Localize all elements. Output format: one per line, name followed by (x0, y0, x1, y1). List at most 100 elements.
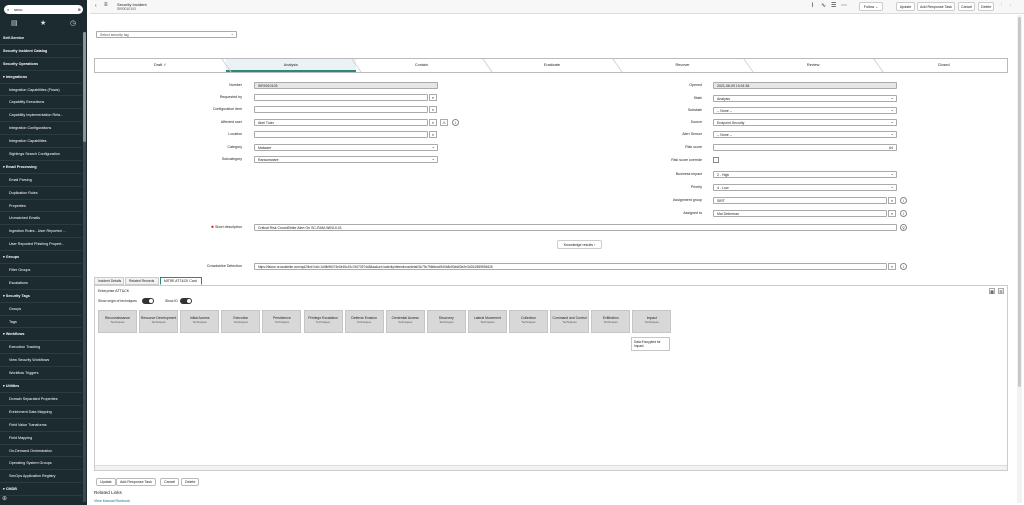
tactic-card[interactable]: Credential Access Techniques (385, 310, 425, 333)
affected-user-field[interactable]: Abel Tuter (254, 119, 428, 126)
activity-icon[interactable]: ∿ (821, 2, 826, 9)
tab-related-records[interactable]: Related Records (125, 277, 159, 285)
short-description-field[interactable]: Critical Risk CrowdStrike Alert On SC-RA… (254, 224, 897, 231)
nav-item-item[interactable]: Groups (0, 303, 82, 316)
tab-mitre-att-ck-card[interactable]: MITRE ATT&CK Card (160, 277, 202, 285)
tactic-card[interactable]: Execution Techniques (221, 310, 261, 333)
bottom-update-button[interactable]: Update (96, 478, 116, 486)
bottom-add-response-task-button[interactable]: Add Response Task (116, 478, 156, 486)
favorites-icon[interactable]: ★ (40, 19, 46, 27)
tactic-card[interactable]: Exfiltration Techniques (591, 310, 631, 333)
suggestion-icon[interactable]: ⚲ (900, 224, 907, 231)
tab-incident-details[interactable]: Incident Details (94, 277, 124, 285)
nav-item-item[interactable]: Ingestion Rules - User Reported ... (0, 225, 82, 239)
assigned-to-info-icon[interactable]: i (900, 210, 907, 217)
nav-item-item[interactable]: Email Parsing (0, 174, 82, 187)
bottom-delete-button[interactable]: Delete (181, 478, 200, 486)
assignment-group-field[interactable]: SIRT (713, 197, 887, 204)
tactic-card[interactable]: Initial Access Techniques (180, 310, 220, 333)
nav-grp-item[interactable]: Utilities (0, 380, 82, 393)
panel-scrollbar[interactable] (95, 465, 1007, 470)
nav-sec-item[interactable]: Security Operations (0, 58, 82, 71)
risk-score-field[interactable]: 64 (713, 144, 897, 151)
affected-user-info-icon[interactable]: i (452, 119, 459, 126)
nav-item-item[interactable]: Sightings Search Configuration (0, 148, 82, 161)
crowdstrike-info-icon[interactable]: i (900, 263, 907, 270)
nav-item-item[interactable]: Tags (0, 316, 82, 329)
next-record-icon[interactable]: ↓ (1009, 2, 1012, 8)
crowdstrike-url-field[interactable]: https://falcon.crowdstrike.com/api2/link… (254, 263, 887, 270)
nav-grp-item[interactable]: Security Tags (0, 290, 82, 303)
show-origin-toggle[interactable] (142, 298, 154, 304)
config-item-field[interactable] (254, 106, 428, 113)
list-view-icon[interactable]: ☰ (998, 288, 1004, 294)
help-icon[interactable]: ⊕ (2, 495, 7, 502)
nav-item-item[interactable]: Duplication Rules (0, 187, 82, 200)
crowdstrike-search-icon[interactable]: ⌕ (888, 263, 896, 270)
back-icon[interactable]: ‹ (95, 3, 97, 9)
tactic-card[interactable]: Reconnaissance Techniques (98, 310, 137, 333)
affected-user-add-icon[interactable]: ⚠ (440, 119, 448, 126)
clear-icon[interactable]: ⊗ (78, 5, 81, 14)
requested-by-field[interactable] (254, 94, 428, 101)
sidebar-scrollbar[interactable] (83, 32, 86, 502)
impact-technique-card[interactable]: Data Encrypted for Impact (631, 337, 670, 351)
nav-item-item[interactable]: Unmatched Emails (0, 212, 82, 226)
source-select[interactable]: Endpoint Security (713, 119, 897, 126)
view-manual-runbook-link[interactable]: View Manual Runbook (94, 499, 130, 503)
nav-item-item[interactable]: View Security Workflows (0, 354, 82, 368)
update-button[interactable]: Update (896, 2, 915, 11)
nav-item-item[interactable]: Enrichment Data Mapping (0, 406, 82, 419)
tactic-card[interactable]: Lateral Movement Techniques (467, 310, 507, 333)
bottom-cancel-button[interactable]: Cancel (160, 478, 180, 486)
nav-item-item[interactable]: Field Value Transforms (0, 419, 82, 432)
nav-item-item[interactable]: Properties (0, 200, 82, 213)
nav-item-item[interactable]: User Reported Phishing Propert... (0, 238, 82, 252)
tactic-card[interactable]: Privilege Escalation Techniques (303, 310, 343, 333)
show-id-toggle[interactable] (180, 298, 192, 304)
tactic-card[interactable]: Persistence Techniques (262, 310, 302, 333)
assignment-group-info-icon[interactable]: i (900, 197, 907, 204)
priority-select[interactable]: 4 - Low (713, 184, 897, 191)
nav-grp-item[interactable]: Workflows (0, 328, 82, 342)
nav-grp-item[interactable]: CMDB (0, 483, 82, 497)
nav-item-item[interactable]: Operating System Groups (0, 457, 82, 471)
tactic-card[interactable]: Defense Evasion Techniques (344, 310, 384, 333)
risk-score-override-checkbox[interactable] (713, 157, 719, 163)
tactic-card[interactable]: Impact Techniques (632, 310, 672, 333)
delete-button[interactable]: Delete (978, 2, 994, 11)
business-impact-select[interactable]: 2 - High (713, 171, 897, 178)
nav-item-item[interactable]: Domain Separated Properties (0, 393, 82, 406)
nav-item-item[interactable]: Integration Capabilities (Flows) (0, 84, 82, 97)
security-tag-select[interactable]: Select security tag (96, 31, 237, 38)
previous-record-icon[interactable]: ↑ (1000, 2, 1003, 8)
alert-sensor-select[interactable]: -- None -- (713, 131, 897, 138)
tactic-card[interactable]: Command and Control Techniques (550, 310, 590, 333)
nav-item-item[interactable]: Execution Tracking (0, 341, 82, 355)
affected-user-search-icon[interactable]: ⌕ (429, 119, 437, 126)
nav-item-item[interactable]: Field Mapping (0, 432, 82, 445)
state-select[interactable]: Analysis (713, 95, 897, 102)
nav-item-item[interactable]: Capability Executions (0, 96, 82, 110)
assigned-to-field[interactable]: Mai Determan (713, 210, 887, 217)
nav-grp-item[interactable]: Groups (0, 251, 82, 265)
filter-navigator-input[interactable]: ⌕ secu ⊗ (4, 5, 83, 14)
add-response-task-button[interactable]: Add Response Task (917, 2, 955, 11)
all-apps-icon[interactable]: ▤ (11, 19, 18, 27)
nav-top-item[interactable]: Security Incident Catalog (0, 45, 82, 58)
settings-icon[interactable]: ☰ (831, 2, 836, 9)
assigned-to-search-icon[interactable]: ⌕ (888, 210, 896, 217)
nav-item-item[interactable]: Escalations (0, 277, 82, 290)
grid-view-icon[interactable]: ▦ (989, 288, 995, 294)
requested-by-search-icon[interactable]: ⌕ (429, 94, 437, 101)
knowledge-results-button[interactable]: Knowledge results › (557, 240, 602, 249)
config-item-search-icon[interactable]: ⌕ (429, 106, 437, 113)
location-field[interactable] (254, 131, 428, 138)
nav-item-item[interactable]: Filter Groups (0, 264, 82, 277)
tactic-card[interactable]: Collection Techniques (509, 310, 548, 333)
nav-item-item[interactable]: Workflow Triggers (0, 367, 82, 381)
nav-item-item[interactable]: Integration Configurations (0, 122, 82, 136)
main-scrollbar[interactable] (1017, 15, 1022, 503)
subcategory-select[interactable]: Ransomware (254, 156, 438, 163)
nav-item-item[interactable]: Integration Capabilities (0, 135, 82, 149)
